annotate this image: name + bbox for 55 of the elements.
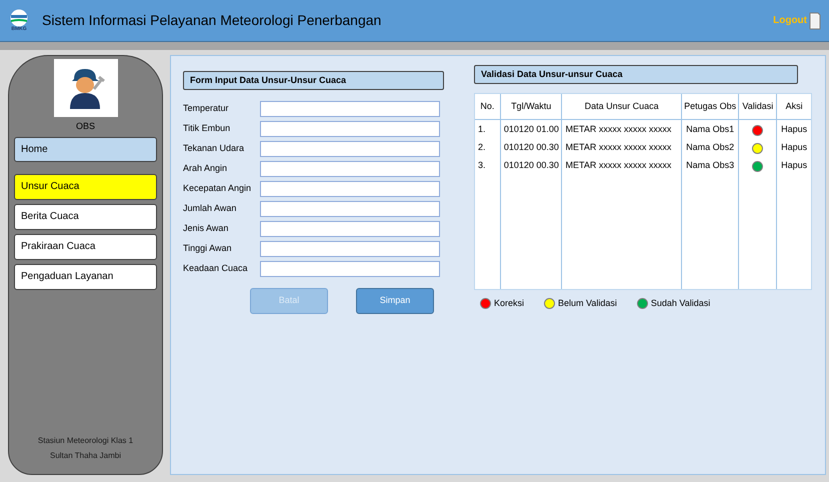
- delete-link[interactable]: Hapus: [781, 123, 808, 137]
- station-name: Sultan Thaha Jambi: [50, 450, 121, 462]
- globe-icon: [10, 9, 28, 27]
- field-label: Jenis Awan: [183, 222, 230, 236]
- table-cell-text: Nama Obs2: [686, 141, 734, 154]
- form-title: Form Input Data Unsur-Unsur Cuaca: [183, 71, 444, 90]
- field-label: Tekanan Udara: [183, 142, 246, 156]
- legend-label: Koreksi: [494, 297, 524, 310]
- user-label: OBS: [76, 120, 95, 133]
- table-cell-text: Nama Obs3: [686, 159, 734, 172]
- input-field[interactable]: [260, 141, 440, 157]
- field-label: Jumlah Awan: [183, 202, 238, 216]
- field-label: Keadaan Cuaca: [183, 262, 249, 276]
- table-cell-text: 010120 00.30: [504, 159, 559, 172]
- input-field[interactable]: [260, 121, 440, 137]
- home-menu-item[interactable]: Home: [14, 136, 157, 162]
- field-label: Kecepatan Angin: [183, 182, 252, 196]
- input-field[interactable]: [260, 161, 440, 177]
- input-field[interactable]: [260, 261, 440, 277]
- station-name: Stasiun Meteorologi Klas 1: [38, 435, 134, 447]
- column-header: Aksi: [777, 94, 811, 120]
- input-field[interactable]: [260, 221, 440, 237]
- validation-title: Validasi Data Unsur-unsur Cuaca: [474, 65, 798, 84]
- table-cell-text: METAR xxxxx xxxxx xxxxx: [565, 141, 672, 154]
- delete-link[interactable]: Hapus: [781, 141, 808, 155]
- menu-item[interactable]: Prakiraan Cuaca: [14, 234, 157, 260]
- column-header: Petugas Obs: [682, 94, 738, 120]
- table-cell-text: 1.: [478, 123, 486, 136]
- input-field[interactable]: [260, 181, 440, 197]
- input-field[interactable]: [260, 101, 440, 117]
- input-field[interactable]: [260, 201, 440, 217]
- door-icon: [809, 12, 821, 30]
- field-label: Arah Angin: [183, 162, 228, 176]
- field-label: Temperatur: [183, 102, 230, 116]
- legend-label: Sudah Validasi: [650, 297, 710, 310]
- delete-link[interactable]: Hapus: [781, 159, 808, 173]
- menu-item[interactable]: Unsur Cuaca: [14, 174, 157, 200]
- column-header: No.: [475, 94, 500, 120]
- column-header: Validasi: [739, 94, 776, 120]
- input-field[interactable]: [260, 241, 440, 257]
- column-header: Tgl/Waktu: [500, 94, 562, 120]
- table-cell-text: 010120 01.00: [504, 123, 559, 136]
- legend-label: Belum Validasi: [558, 297, 617, 310]
- table-cell-text: 2.: [478, 141, 486, 154]
- field-label: Tinggi Awan: [183, 242, 233, 256]
- field-label: Titik Embun: [183, 122, 232, 136]
- table-cell-text: METAR xxxxx xxxxx xxxxx: [565, 159, 672, 172]
- table-cell-text: 010120 00.30: [504, 141, 559, 154]
- column-header: Data Unsur Cuaca: [562, 94, 681, 120]
- menu-item[interactable]: Pengaduan Layanan: [14, 264, 157, 290]
- table-cell-text: METAR xxxxx xxxxx xxxxx: [565, 123, 672, 136]
- table-cell-text: 3.: [478, 159, 486, 172]
- table-cell-text: Nama Obs1: [686, 123, 734, 136]
- app-title: Sistem Informasi Pelayanan Meteorologi Penerbangan: [42, 11, 382, 30]
- menu-item[interactable]: Berita Cuaca: [14, 204, 157, 230]
